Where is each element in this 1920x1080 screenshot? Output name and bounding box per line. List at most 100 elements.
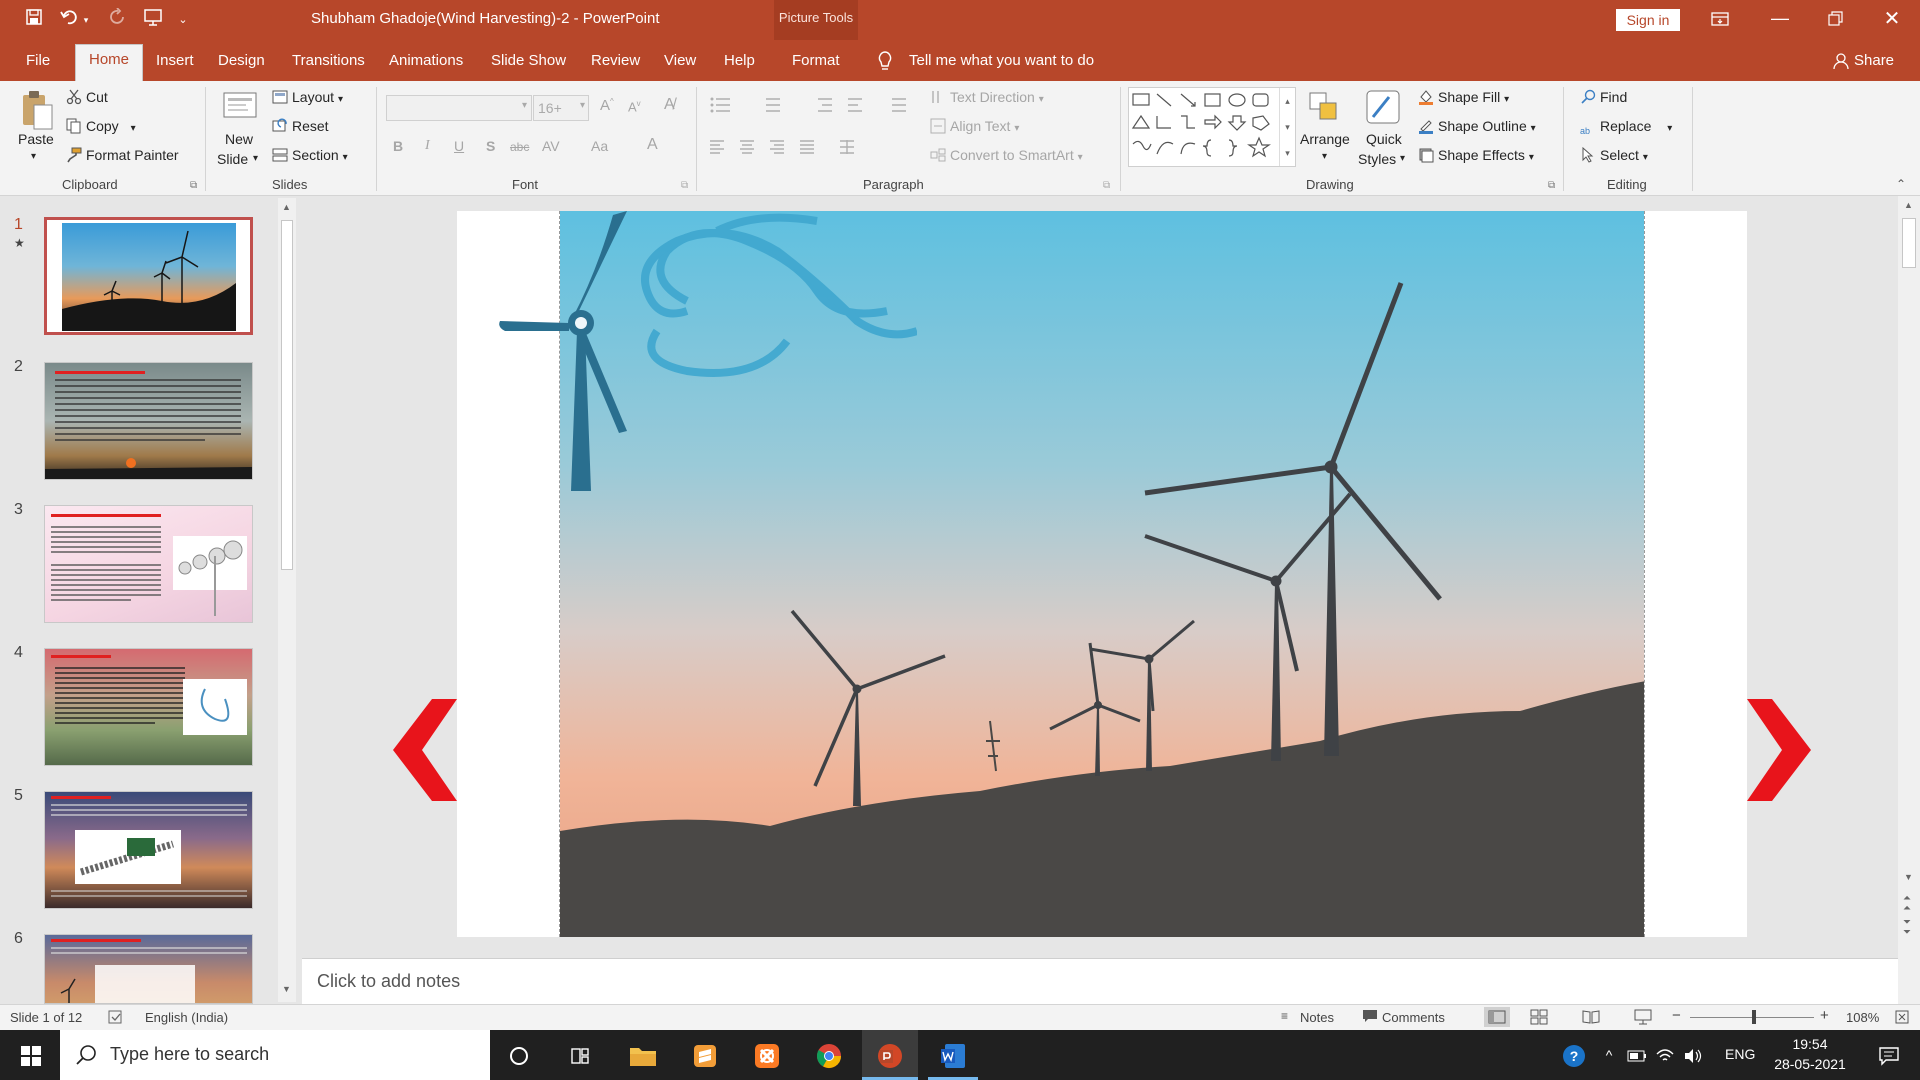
font-size-select[interactable]: 16+ ▾ — [533, 95, 589, 121]
decrease-font-icon[interactable]: Av — [628, 99, 641, 114]
wifi-icon[interactable] — [1652, 1030, 1678, 1080]
alignment-buttons[interactable] — [708, 137, 888, 157]
text-shadow-button[interactable]: S — [486, 138, 495, 154]
customize-qat-icon[interactable]: ⌄ — [176, 8, 190, 32]
shapes-gallery-scroll[interactable]: ▴ ▾ ▾ — [1279, 88, 1295, 166]
arrange-dropdown-icon[interactable]: ▾ — [1322, 151, 1327, 162]
volume-icon[interactable] — [1680, 1030, 1706, 1080]
slide-scrollbar[interactable]: ▲ ▼ ⏶ ⏶ ⏷ ⏷ — [1898, 196, 1920, 1004]
slide-show-button[interactable] — [1634, 1009, 1652, 1025]
shape-fill-button[interactable]: Shape Fill ▾ — [1418, 89, 1509, 105]
thumbnail-scrollbar[interactable]: ▲ ▼ — [278, 198, 296, 1002]
tab-insert[interactable]: Insert — [156, 52, 194, 69]
battery-icon[interactable] — [1624, 1030, 1650, 1080]
chrome-icon[interactable] — [804, 1030, 854, 1080]
word-taskbar-icon[interactable] — [928, 1030, 978, 1080]
select-button[interactable]: Select ▾ — [1580, 146, 1648, 163]
undo-icon[interactable] — [58, 8, 82, 32]
reading-view-button[interactable] — [1582, 1009, 1600, 1025]
normal-view-button[interactable] — [1484, 1007, 1510, 1027]
notes-pane[interactable]: Click to add notes — [302, 958, 1898, 1004]
slide-thumbnail-1[interactable] — [44, 217, 253, 335]
close-icon[interactable]: ✕ — [1880, 8, 1904, 32]
reset-button[interactable]: Reset — [272, 118, 329, 134]
slide-thumbnail-2[interactable] — [44, 362, 253, 480]
copy-dropdown-icon[interactable]: ▾ — [131, 123, 136, 134]
bold-button[interactable]: B — [393, 138, 403, 154]
tab-home[interactable]: Home — [75, 44, 144, 81]
input-language[interactable]: ENG — [1725, 1046, 1755, 1062]
convert-smartart-button[interactable]: Convert to SmartArt ▾ — [930, 147, 1083, 163]
thumbnail-scroll-thumb[interactable] — [281, 220, 293, 570]
task-view-icon[interactable] — [556, 1030, 606, 1080]
undo-dropdown-icon[interactable]: ▾ — [80, 8, 92, 32]
tab-slide-show[interactable]: Slide Show — [491, 52, 566, 69]
redo-icon[interactable] — [106, 7, 130, 32]
cut-button[interactable]: Cut — [66, 89, 108, 105]
layout-button[interactable]: Layout ▾ — [272, 89, 343, 105]
drawing-launcher-icon[interactable]: ⧉ — [1548, 180, 1555, 191]
font-color-button[interactable]: A — [647, 136, 658, 154]
slide-scroll-thumb[interactable] — [1902, 218, 1916, 268]
shape-outline-button[interactable]: Shape Outline ▾ — [1418, 118, 1536, 134]
comments-toggle[interactable]: Comments — [1382, 1010, 1445, 1025]
save-icon[interactable] — [22, 8, 46, 32]
copy-button[interactable]: Copy ▾ — [66, 118, 136, 134]
zoom-out-button[interactable]: − — [1672, 1007, 1681, 1024]
clipboard-launcher-icon[interactable]: ⧉ — [190, 180, 197, 191]
paste-button[interactable]: Paste — [18, 131, 54, 147]
quick-styles-label-1[interactable]: Quick — [1366, 131, 1402, 147]
cortana-icon[interactable] — [494, 1030, 544, 1080]
sublime-text-icon[interactable] — [680, 1030, 730, 1080]
tab-review[interactable]: Review — [591, 52, 640, 69]
scroll-down-icon[interactable]: ▼ — [1904, 872, 1913, 882]
slide-canvas[interactable] — [393, 211, 1811, 937]
zoom-slider-thumb[interactable] — [1752, 1010, 1756, 1024]
help-icon[interactable]: ? — [1554, 1030, 1594, 1080]
tab-design[interactable]: Design — [218, 52, 265, 69]
sign-in-button[interactable]: Sign in — [1616, 9, 1680, 31]
tell-me-search[interactable]: Tell me what you want to do — [909, 52, 1094, 69]
section-button[interactable]: Section ▾ — [272, 147, 348, 163]
tab-transitions[interactable]: Transitions — [292, 52, 365, 69]
previous-slide-arrow-icon[interactable] — [387, 695, 467, 805]
tab-view[interactable]: View — [664, 52, 696, 69]
share-button[interactable]: Share — [1854, 52, 1894, 69]
paragraph-launcher-icon[interactable]: ⧉ — [1103, 180, 1110, 191]
quick-styles-label-2[interactable]: Styles — [1358, 151, 1396, 167]
new-slide-dropdown-icon[interactable]: ▾ — [253, 153, 258, 164]
previous-slide-icon[interactable]: ⏶ ⏶ — [1903, 894, 1911, 914]
notes-toggle[interactable]: Notes — [1300, 1010, 1334, 1025]
find-button[interactable]: Find — [1580, 89, 1627, 105]
scroll-down-icon[interactable]: ▼ — [282, 984, 291, 994]
arrange-button[interactable]: Arrange — [1300, 131, 1350, 147]
tab-format[interactable]: Format — [792, 52, 840, 69]
file-explorer-icon[interactable] — [618, 1030, 668, 1080]
paste-icon[interactable] — [20, 89, 54, 133]
paste-dropdown-icon[interactable]: ▾ — [31, 151, 36, 162]
taskbar-search-box[interactable]: Type here to search — [60, 1030, 490, 1080]
underline-button[interactable]: U — [454, 138, 464, 154]
chevron-up-icon[interactable]: ^ — [1596, 1030, 1622, 1080]
replace-button[interactable]: ab Replace ▾ — [1580, 118, 1672, 142]
format-painter-button[interactable]: Format Painter — [66, 147, 179, 163]
new-slide-label-2[interactable]: Slide — [217, 151, 248, 167]
slide-sorter-button[interactable] — [1530, 1009, 1548, 1025]
spell-check-icon[interactable] — [108, 1009, 124, 1025]
text-direction-button[interactable]: Text Direction ▾ — [930, 89, 1044, 105]
new-slide-label-1[interactable]: New — [225, 131, 253, 147]
align-text-button[interactable]: Align Text ▾ — [930, 118, 1019, 134]
shapes-gallery[interactable]: ▴ ▾ ▾ — [1128, 87, 1296, 167]
strikethrough-button[interactable]: abc — [510, 140, 529, 154]
restore-icon[interactable] — [1826, 10, 1846, 30]
character-spacing-button[interactable]: AV — [542, 138, 560, 154]
fit-to-window-icon[interactable] — [1894, 1009, 1910, 1025]
zoom-level[interactable]: 108% — [1846, 1010, 1879, 1025]
windows-start-icon[interactable] — [6, 1030, 56, 1080]
start-from-beginning-icon[interactable] — [141, 8, 165, 32]
slide-thumbnail-5[interactable] — [44, 791, 253, 909]
font-family-select[interactable]: ▾ — [386, 95, 532, 121]
wind-turbine-logo[interactable] — [457, 171, 919, 491]
increase-font-icon[interactable]: A^ — [600, 97, 614, 114]
slide-thumbnail-6[interactable] — [44, 934, 253, 1004]
